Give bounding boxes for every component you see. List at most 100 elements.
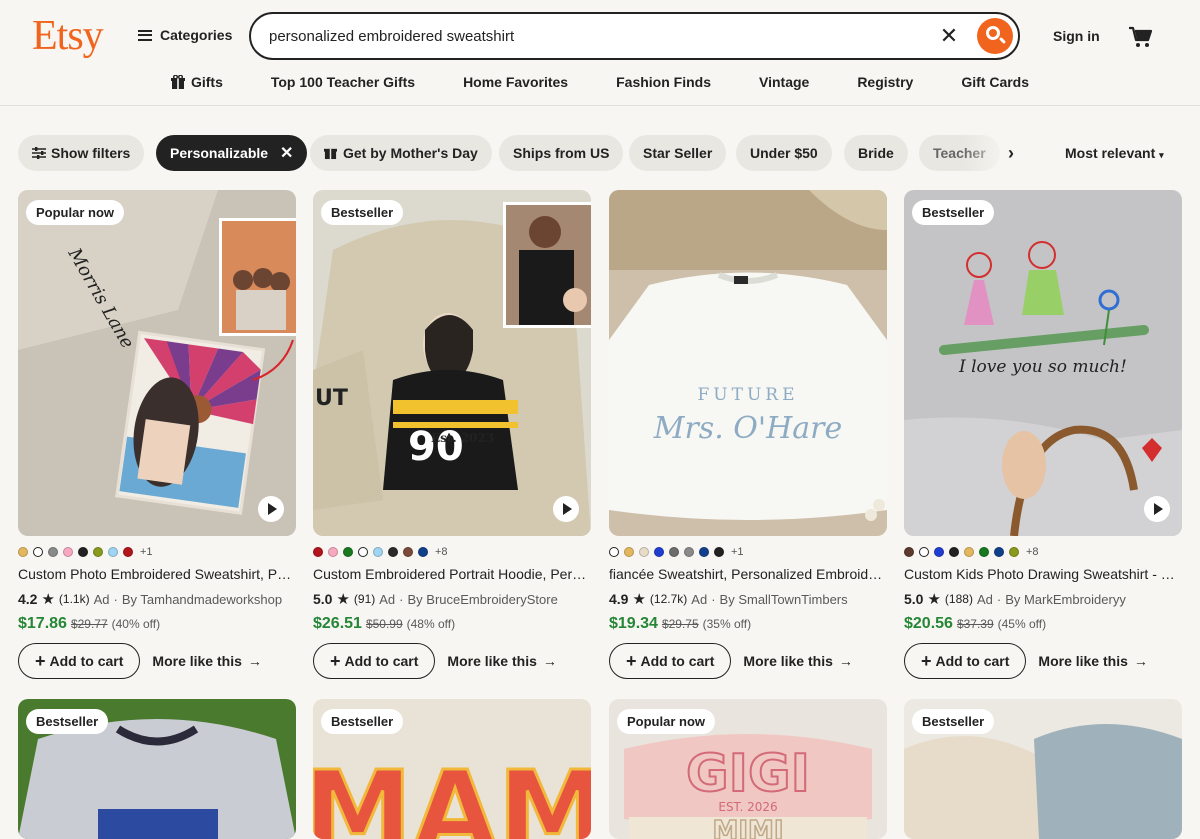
swatch[interactable] (33, 547, 43, 557)
categories-button[interactable]: Categories (138, 27, 232, 43)
svg-text:I love you so much!: I love you so much! (958, 357, 1127, 377)
seller-name[interactable]: By SmallTownTimbers (720, 592, 848, 607)
listing-image[interactable]: UT 90 Est. 2023 Bestseller (313, 190, 591, 536)
swatch[interactable] (699, 547, 709, 557)
more-like-this-label: More like this (1038, 653, 1128, 669)
sign-in-link[interactable]: Sign in (1053, 28, 1100, 44)
swatch[interactable] (639, 547, 649, 557)
filter-chip-personalizable[interactable]: Personalizable ✕ (156, 135, 308, 171)
swatch[interactable] (358, 547, 368, 557)
swatch[interactable] (904, 547, 914, 557)
active-filter-label: Personalizable (170, 145, 269, 161)
more-like-this-link[interactable]: More like this → (1038, 653, 1147, 669)
nav-gifts[interactable]: Gifts (170, 74, 223, 90)
swatch[interactable] (418, 547, 428, 557)
listing-title[interactable]: fiancée Sweatshirt, Personalized Embroid… (609, 566, 887, 582)
swatch[interactable] (108, 547, 118, 557)
swatch[interactable] (919, 547, 929, 557)
listing-card[interactable]: Morris Lane Popular now +1 Custom Photo … (18, 190, 296, 679)
swatch[interactable] (979, 547, 989, 557)
swatch[interactable] (1009, 547, 1019, 557)
swatch[interactable] (343, 547, 353, 557)
listing-title[interactable]: Custom Photo Embroidered Sweatshirt, Per… (18, 566, 296, 582)
swatch[interactable] (654, 547, 664, 557)
seller-name[interactable]: By BruceEmbroideryStore (408, 592, 558, 607)
swatch[interactable] (18, 547, 28, 557)
add-to-cart-button[interactable]: + Add to cart (609, 643, 732, 679)
search-button[interactable] (977, 18, 1013, 54)
listing-image[interactable]: Morris Lane Popular now (18, 190, 296, 536)
remove-filter-icon[interactable]: ✕ (280, 143, 293, 163)
swatch[interactable] (78, 547, 88, 557)
listing-card[interactable]: I love you so much! Bestseller +8 Custom… (904, 190, 1182, 679)
play-video-icon[interactable] (553, 496, 579, 522)
nav-teacher-gifts[interactable]: Top 100 Teacher Gifts (271, 74, 415, 90)
review-count: (91) (353, 592, 376, 606)
filter-chip-ships-from-us[interactable]: Ships from US (499, 135, 624, 171)
seller-name[interactable]: By MarkEmbroideryy (1005, 592, 1126, 607)
listing-badge: Popular now (617, 709, 715, 734)
swatch[interactable] (48, 547, 58, 557)
clear-search-icon[interactable]: ✕ (939, 25, 959, 47)
nav-gift-cards[interactable]: Gift Cards (961, 74, 1029, 90)
swatch[interactable] (669, 547, 679, 557)
filter-chip-bride[interactable]: Bride (844, 135, 908, 171)
arrow-right-icon: → (838, 653, 853, 669)
show-filters-button[interactable]: Show filters (18, 135, 145, 171)
add-to-cart-button[interactable]: + Add to cart (904, 643, 1027, 679)
more-like-this-link[interactable]: More like this → (152, 653, 261, 669)
nav-registry[interactable]: Registry (857, 74, 913, 90)
swatch[interactable] (388, 547, 398, 557)
add-to-cart-button[interactable]: + Add to cart (18, 643, 141, 679)
swatch[interactable] (684, 547, 694, 557)
listing-title[interactable]: Custom Kids Photo Drawing Sweatshirt - P… (904, 566, 1182, 582)
swatch[interactable] (714, 547, 724, 557)
chevron-right-icon[interactable]: › (1008, 143, 1014, 164)
listing-badge: Bestseller (912, 709, 995, 734)
listing-image[interactable]: Bestseller (18, 699, 296, 839)
swatch[interactable] (63, 547, 73, 557)
swatch[interactable] (313, 547, 323, 557)
filter-chip-mothers-day[interactable]: Get by Mother's Day (310, 135, 492, 171)
swatch[interactable] (403, 547, 413, 557)
listing-image[interactable]: GIGI EST. 2026 MIMI Popular now (609, 699, 887, 839)
swatch[interactable] (994, 547, 1004, 557)
swatch[interactable] (328, 547, 338, 557)
cart-icon[interactable] (1128, 26, 1152, 48)
play-video-icon[interactable] (258, 496, 284, 522)
swatch[interactable] (609, 547, 619, 557)
listing-image[interactable]: I love you so much! Bestseller (904, 190, 1182, 536)
etsy-logo[interactable]: Etsy (32, 12, 104, 60)
plus-icon: + (330, 650, 341, 671)
more-like-this-link[interactable]: More like this → (743, 653, 852, 669)
listing-title[interactable]: Custom Embroidered Portrait Hoodie, Pers… (313, 566, 591, 582)
nav-home-favorites[interactable]: Home Favorites (463, 74, 568, 90)
review-count: (188) (944, 592, 973, 606)
listing-image[interactable]: FUTURE Mrs. O'Hare (609, 190, 887, 536)
add-to-cart-label: Add to cart (49, 653, 124, 669)
swatch[interactable] (624, 547, 634, 557)
top-nav: Gifts Top 100 Teacher Gifts Home Favorit… (0, 74, 1200, 90)
sweatshirt-photo: I love you so much! (904, 190, 1182, 536)
filter-chip-star-seller[interactable]: Star Seller (629, 135, 727, 171)
listing-image[interactable]: MAMA Bestseller (313, 699, 591, 839)
more-like-this-link[interactable]: More like this → (447, 653, 556, 669)
swatch[interactable] (949, 547, 959, 557)
swatch[interactable] (123, 547, 133, 557)
nav-vintage[interactable]: Vintage (759, 74, 809, 90)
sort-dropdown[interactable]: Most relevant ▾ (1065, 145, 1164, 161)
seller-name[interactable]: By Tamhandmadeworkshop (122, 592, 282, 607)
search-bar: ✕ (249, 12, 1020, 60)
listing-card[interactable]: FUTURE Mrs. O'Hare +1 fiancée Sweatshirt… (609, 190, 887, 679)
play-video-icon[interactable] (1144, 496, 1170, 522)
listing-image[interactable]: Bestseller (904, 699, 1182, 839)
search-input[interactable] (269, 26, 909, 46)
swatch[interactable] (964, 547, 974, 557)
swatch[interactable] (934, 547, 944, 557)
swatch[interactable] (373, 547, 383, 557)
filter-chip-under-50[interactable]: Under $50 (736, 135, 832, 171)
nav-fashion-finds[interactable]: Fashion Finds (616, 74, 711, 90)
listing-card[interactable]: UT 90 Est. 2023 Bestseller +8 Custom Emb… (313, 190, 591, 679)
add-to-cart-button[interactable]: + Add to cart (313, 643, 436, 679)
swatch[interactable] (93, 547, 103, 557)
